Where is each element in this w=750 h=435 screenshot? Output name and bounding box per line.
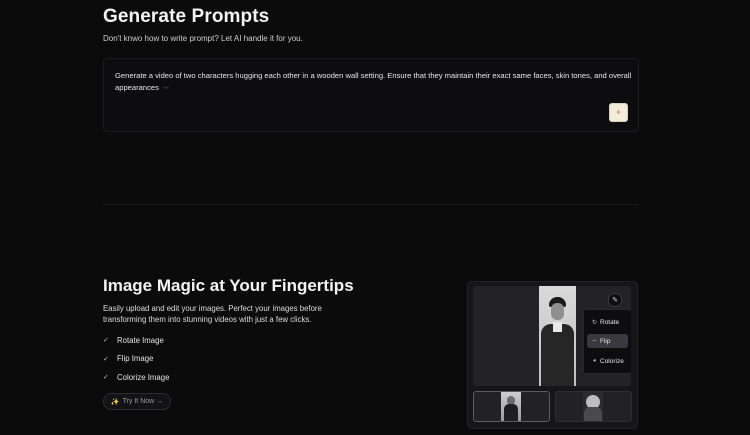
- sparkle-icon: ✨: [110, 398, 120, 406]
- sparkle-icon: ✦: [615, 108, 622, 117]
- image-magic-description: Easily upload and edit your images. Perf…: [103, 304, 322, 324]
- image-magic-title: Image Magic at Your Fingertips: [103, 276, 354, 295]
- section-subtitle: Don't knwo how to write prompt? Let AI h…: [103, 34, 303, 43]
- prompt-text[interactable]: Generate a video of two characters huggi…: [115, 70, 635, 94]
- prompt-text-content: Generate a video of two characters huggi…: [115, 71, 632, 92]
- section-divider: [103, 204, 639, 205]
- rotate-icon: ↻: [591, 319, 598, 326]
- section-title: Generate Prompts: [103, 6, 270, 27]
- pencil-icon[interactable]: ✎: [608, 293, 622, 307]
- feature-list: ✓ Rotate Image ✓ Flip Image ✓ Colorize I…: [103, 331, 169, 387]
- palette-icon: ◕: [592, 358, 597, 364]
- edit-tools-menu: ↻ Rotate ⇔ Flip ◕ Colorize: [583, 309, 631, 374]
- check-icon: ✓: [103, 355, 109, 363]
- flip-icon: ⇔: [591, 338, 598, 344]
- try-button-label: Try It Now: [122, 398, 155, 405]
- generate-button[interactable]: ✦: [609, 103, 628, 122]
- image-editor-panel: ✎ ↻ Rotate ⇔ Flip ◕ Colorize: [467, 281, 638, 429]
- tool-flip[interactable]: ⇔ Flip: [587, 334, 628, 348]
- feature-label: Flip Image: [117, 354, 154, 364]
- check-icon: ✓: [103, 374, 109, 382]
- portrait-image: [539, 286, 576, 386]
- feature-item: ✓ Colorize Image: [103, 368, 169, 387]
- feature-item: ✓ Rotate Image: [103, 331, 169, 350]
- tool-label: Flip: [600, 337, 611, 345]
- thumbnail-strip: [473, 391, 632, 422]
- prompt-card[interactable]: Generate a video of two characters huggi…: [103, 58, 639, 132]
- thumbnail-image: [501, 392, 521, 421]
- try-it-now-button[interactable]: ✨ Try It Now →: [103, 393, 171, 410]
- tool-label: Rotate: [600, 318, 620, 326]
- tool-rotate[interactable]: ↻ Rotate: [587, 315, 628, 329]
- typing-cursor: ▪▪: [161, 83, 169, 92]
- check-icon: ✓: [103, 337, 109, 345]
- arrow-right-icon: →: [154, 398, 164, 405]
- tool-colorize[interactable]: ◕ Colorize: [587, 354, 628, 368]
- thumbnail-selected[interactable]: [473, 391, 550, 422]
- thumbnail[interactable]: [555, 391, 632, 422]
- tool-label: Colorize: [600, 357, 624, 365]
- editor-canvas[interactable]: ✎ ↻ Rotate ⇔ Flip ◕ Colorize: [473, 286, 631, 386]
- thumbnail-image: [583, 392, 603, 421]
- feature-label: Colorize Image: [117, 372, 170, 382]
- feature-label: Rotate Image: [117, 335, 164, 345]
- feature-item: ✓ Flip Image: [103, 350, 169, 369]
